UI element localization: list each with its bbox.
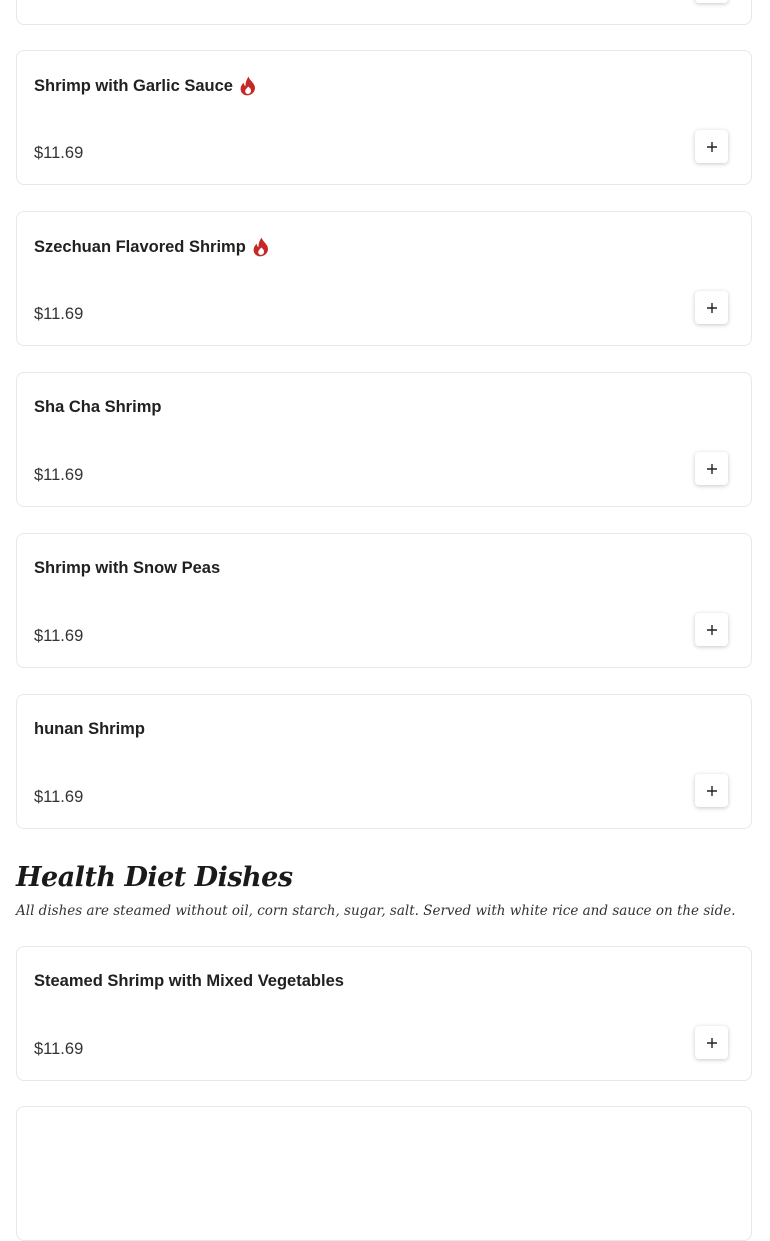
menu-item-price: $11.69: [34, 788, 84, 806]
menu-item-name: Sha Cha Shrimp: [34, 398, 162, 416]
add-to-cart-button[interactable]: [695, 613, 728, 646]
add-to-cart-button[interactable]: [695, 452, 728, 485]
menu-item-card[interactable]: Steamed Shrimp with Mixed Vegetables $11…: [16, 946, 752, 1081]
menu-item-price: $11.69: [34, 1040, 84, 1058]
plus-icon: [706, 302, 717, 313]
menu-item-card[interactable]: Sha Cha Shrimp $11.69: [16, 372, 752, 507]
menu-item-price: $11.69: [34, 627, 84, 645]
spicy-flame-icon: [253, 237, 270, 257]
menu-item-card[interactable]: Szechuan Flavored Shrimp $11.69: [16, 211, 752, 346]
plus-icon: [706, 141, 717, 152]
menu-item-name: hunan Shrimp: [34, 720, 145, 738]
menu-item-price: $11.69: [34, 305, 84, 323]
menu-item-title: Shrimp with Snow Peas: [34, 559, 220, 578]
menu-item-card[interactable]: Shrimp with Snow Peas $11.69: [16, 533, 752, 668]
menu-item-card[interactable]: hunan Shrimp $11.69: [16, 694, 752, 829]
menu-item-name: Steamed Shrimp with Mixed Vegetables: [34, 972, 344, 990]
menu-item-title: hunan Shrimp: [34, 720, 145, 739]
menu-item-title: Szechuan Flavored Shrimp: [34, 237, 270, 257]
menu-item-price: $11.69: [34, 144, 84, 162]
menu-item-price: $11.69: [34, 466, 84, 484]
plus-icon: [706, 785, 717, 796]
menu-item-card-partial: [16, 1106, 752, 1241]
menu-item-title: Shrimp with Garlic Sauce: [34, 76, 257, 96]
plus-icon: [706, 624, 717, 635]
spicy-flame-icon: [240, 76, 257, 96]
plus-icon: [706, 1037, 717, 1048]
menu-item-card-partial: [16, 0, 752, 25]
menu-item-title: Steamed Shrimp with Mixed Vegetables: [34, 972, 344, 991]
menu-item-title: Sha Cha Shrimp: [34, 398, 161, 417]
plus-icon: [706, 463, 717, 474]
add-to-cart-button[interactable]: [695, 0, 728, 3]
menu-item-card[interactable]: Shrimp with Garlic Sauce $11.69: [16, 50, 752, 185]
menu-item-name: Szechuan Flavored Shrimp: [34, 237, 246, 256]
add-to-cart-button[interactable]: [695, 1026, 728, 1059]
section-description: All dishes are steamed without oil, corn…: [16, 903, 736, 919]
add-to-cart-button[interactable]: [695, 774, 728, 807]
menu-item-name: Shrimp with Garlic Sauce: [34, 76, 233, 95]
section-title: Health Diet Dishes: [16, 862, 293, 893]
menu-item-name: Shrimp with Snow Peas: [34, 559, 221, 577]
add-to-cart-button[interactable]: [695, 291, 728, 324]
add-to-cart-button[interactable]: [695, 130, 728, 163]
